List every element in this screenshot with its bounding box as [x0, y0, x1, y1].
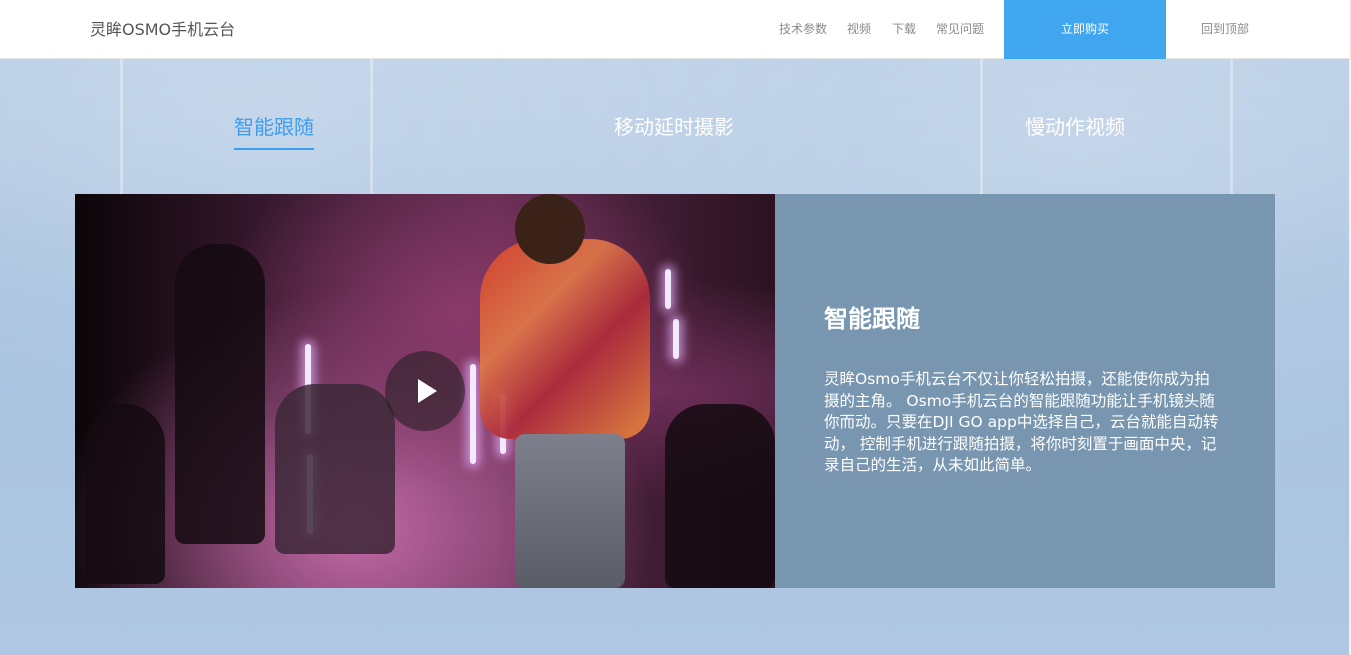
dancer-figure [480, 239, 650, 439]
feature-description: 灵眸Osmo手机云台不仅让你轻松拍摄，还能使你成为拍摄的主角。 Osmo手机云台… [824, 370, 1219, 474]
nav-link-faq[interactable]: 常见问题 [936, 0, 984, 59]
dancer-head [515, 194, 585, 264]
nav-link-video[interactable]: 视频 [847, 0, 871, 59]
feature-title: 智能跟随 [824, 305, 920, 333]
buy-now-button[interactable]: 立即购买 [1004, 0, 1166, 59]
hero-light-streak [1230, 59, 1233, 209]
hero-light-streak [370, 59, 373, 209]
video-preview[interactable] [75, 194, 775, 588]
background-person [275, 384, 395, 554]
nav-link-specs[interactable]: 技术参数 [779, 0, 827, 59]
active-tab-indicator [234, 148, 314, 150]
tab-smart-follow[interactable]: 智能跟随 [234, 112, 314, 142]
neon-light-bar [470, 364, 476, 464]
hero-light-streak [120, 59, 123, 209]
tab-motion-timelapse[interactable]: 移动延时摄影 [614, 112, 734, 142]
brand-title[interactable]: 灵眸OSMO手机云台 [90, 0, 235, 59]
background-person [85, 404, 165, 584]
back-to-top-link[interactable]: 回到顶部 [1201, 0, 1249, 59]
feature-text-panel: 智能跟随 灵眸Osmo手机云台不仅让你轻松拍摄，还能使你成为拍摄的主角。 Osm… [775, 194, 1275, 588]
top-nav-bar: 灵眸OSMO手机云台 技术参数 视频 下载 常见问题 立即购买 回到顶部 [0, 0, 1349, 59]
play-button[interactable] [385, 351, 465, 431]
neon-light-bar [673, 319, 679, 359]
hero-light-streak [980, 59, 983, 209]
neon-light-bar [665, 269, 671, 309]
dancer-legs [515, 434, 625, 588]
background-person [665, 404, 775, 588]
play-icon [418, 379, 437, 403]
background-person [175, 244, 265, 544]
tab-slow-motion[interactable]: 慢动作视频 [1025, 112, 1125, 142]
nav-link-download[interactable]: 下载 [892, 0, 916, 59]
